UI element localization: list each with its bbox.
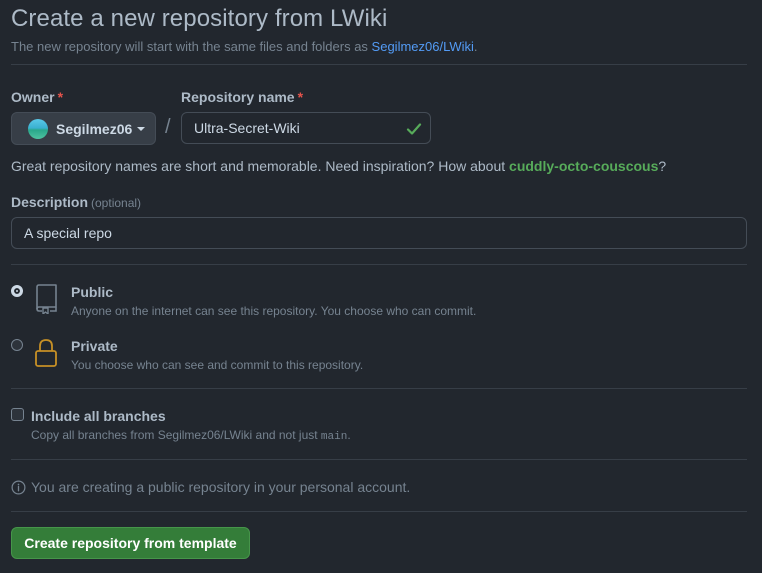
owner-label: Owner *: [11, 89, 63, 105]
branch-name-code: main: [320, 431, 348, 443]
required-mark: *: [57, 89, 64, 105]
include-branches-desc: Copy all branches from Segilmez06/LWiki …: [31, 428, 351, 443]
include-branches-desc-suffix: .: [347, 428, 351, 442]
info-message: You are creating a public repository in …: [31, 479, 411, 495]
divider: [11, 388, 747, 389]
visibility-public-radio[interactable]: [11, 285, 23, 297]
include-branches-checkbox[interactable]: [11, 408, 24, 421]
description-input[interactable]: [11, 217, 747, 249]
visibility-private-title: Private: [71, 338, 118, 354]
repo-name-input[interactable]: [182, 113, 430, 143]
optional-note: (optional): [91, 196, 142, 210]
repo-name-field-wrapper: [181, 112, 431, 144]
divider: [11, 459, 747, 460]
visibility-private-desc: You choose who can see and commit to thi…: [71, 358, 364, 372]
page-title: Create a new repository from LWiki: [11, 5, 388, 32]
divider: [11, 511, 747, 512]
repo-book-icon: [36, 284, 57, 314]
description-label: Description (optional): [11, 194, 141, 210]
visibility-private-radio[interactable]: [11, 339, 23, 351]
name-suggestion-link[interactable]: cuddly-octo-couscous: [509, 158, 658, 174]
check-icon: [406, 123, 422, 135]
divider: [11, 264, 747, 265]
create-repository-button[interactable]: Create repository from template: [11, 527, 250, 559]
lock-icon: [35, 339, 57, 367]
avatar: [28, 118, 48, 139]
owner-dropdown[interactable]: Segilmez06: [11, 112, 156, 145]
visibility-public-desc: Anyone on the internet can see this repo…: [71, 304, 477, 318]
caret-down-icon: [137, 126, 146, 131]
create-repo-form: Create a new repository from LWiki The n…: [0, 0, 762, 573]
include-branches-desc-prefix: Copy all branches from Segilmez06/LWiki …: [31, 428, 321, 442]
subtitle-suffix: .: [473, 39, 478, 54]
divider: [11, 64, 747, 65]
name-hint: Great repository names are short and mem…: [11, 158, 666, 174]
template-repo-link[interactable]: Segilmez06/LWiki: [372, 39, 474, 54]
name-hint-prefix: Great repository names are short and mem…: [11, 158, 510, 174]
info-icon: [11, 480, 26, 495]
include-branches-label: Include all branches: [31, 408, 166, 424]
required-mark: *: [297, 89, 304, 105]
repo-name-label: Repository name *: [181, 89, 303, 105]
owner-repo-separator: /: [165, 116, 171, 138]
name-hint-suffix: ?: [658, 158, 667, 174]
owner-name: Segilmez06: [56, 120, 133, 137]
description-label-text: Description: [11, 194, 89, 210]
visibility-public-title: Public: [71, 284, 114, 300]
subtitle-prefix: The new repository will start with the s…: [11, 39, 372, 54]
page-subtitle: The new repository will start with the s…: [11, 39, 478, 54]
repo-name-label-text: Repository name: [181, 89, 295, 105]
owner-label-text: Owner: [11, 89, 55, 105]
